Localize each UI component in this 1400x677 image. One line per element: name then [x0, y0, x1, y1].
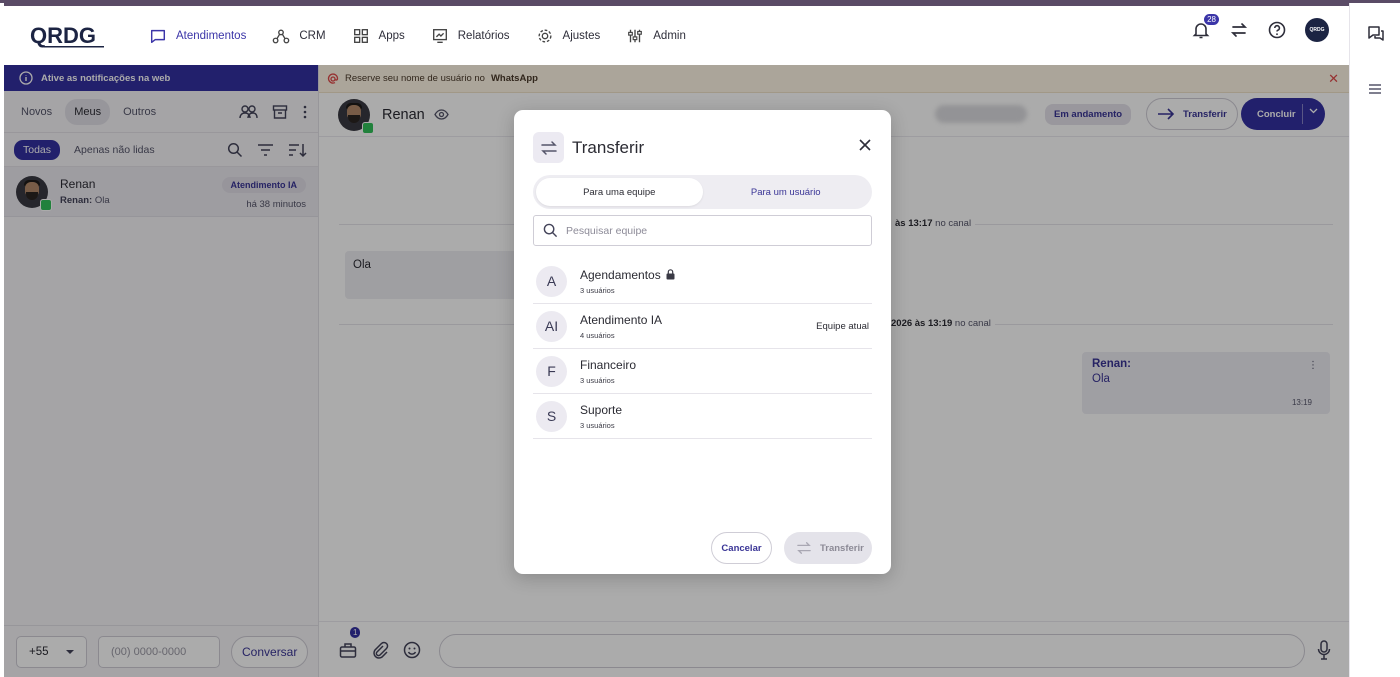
team-user-count: 3 usuários	[580, 420, 615, 430]
notifications-button[interactable]: 28	[1191, 14, 1219, 40]
team-avatar: S	[536, 400, 567, 432]
team-search-placeholder: Pesquisar equipe	[566, 224, 648, 237]
nav-admin-label: Admin	[653, 29, 686, 42]
nav-crm[interactable]: CRM	[259, 16, 338, 56]
nav-admin[interactable]: Admin	[613, 16, 699, 56]
report-icon	[432, 28, 447, 43]
sliders-icon	[628, 29, 643, 42]
qrdg-logo[interactable]: QRDG	[30, 21, 108, 51]
transfer-target-toggle: Para uma equipe Para um usuário	[533, 175, 872, 209]
rail-chat-button[interactable]	[1350, 3, 1400, 65]
nav-relatorios[interactable]: Relatórios	[418, 16, 523, 56]
team-user-count: 3 usuários	[580, 375, 615, 385]
chat-bubble-icon	[150, 29, 166, 43]
team-name: Atendimento IA	[580, 312, 663, 327]
transfer-dialog: Transferir Para uma equipe Para um usuár…	[514, 110, 891, 574]
search-icon	[543, 223, 558, 238]
list-icon	[1369, 84, 1381, 94]
team-avatar: A	[536, 265, 567, 297]
nav-atendimentos[interactable]: Atendimentos	[136, 16, 259, 56]
transfer-arrows-icon[interactable]	[1229, 20, 1249, 40]
team-user-count: 3 usuários	[580, 285, 615, 295]
team-list: A Agendamentos 3 usuários AI Atendimento…	[533, 259, 872, 439]
cancel-button[interactable]: Cancelar	[711, 532, 772, 564]
team-name: Financeiro	[580, 357, 637, 372]
toggle-user[interactable]: Para um usuário	[703, 178, 870, 206]
close-icon[interactable]	[859, 139, 871, 151]
nav-relatorios-label: Relatórios	[457, 29, 510, 42]
lock-icon	[666, 269, 675, 280]
current-team-label: Equipe atual	[816, 321, 869, 332]
nav-right-tools: 28 QRDG	[1191, 14, 1329, 42]
nav-apps[interactable]: Apps	[339, 16, 418, 56]
logo-text: QRDG	[30, 23, 96, 48]
team-name: Agendamentos	[580, 267, 661, 282]
confirm-transfer-label: Transferir	[820, 542, 864, 554]
team-avatar: AI	[536, 310, 567, 342]
team-name: Suporte	[580, 402, 623, 417]
right-rail	[1349, 3, 1400, 677]
org-avatar[interactable]: QRDG	[1305, 18, 1329, 42]
dialog-title: Transferir	[572, 137, 645, 157]
team-search-input[interactable]: Pesquisar equipe	[533, 215, 872, 246]
transfer-icon	[797, 542, 811, 554]
help-icon[interactable]	[1267, 20, 1287, 40]
transfer-icon	[533, 132, 564, 163]
team-item-financeiro[interactable]: F Financeiro 3 usuários	[533, 349, 872, 394]
network-icon	[273, 28, 290, 43]
nav-ajustes-label: Ajustes	[562, 29, 601, 42]
nav-atendimentos-label: Atendimentos	[176, 29, 247, 42]
gear-icon	[538, 28, 552, 43]
team-item-agendamentos[interactable]: A Agendamentos 3 usuários	[533, 259, 872, 304]
team-item-suporte[interactable]: S Suporte 3 usuários	[533, 394, 872, 439]
notifications-badge: 28	[1204, 14, 1219, 25]
main-menu: Atendimentos CRM Apps Relatórios Ajustes…	[136, 16, 699, 56]
nav-crm-label: CRM	[299, 29, 326, 42]
chats-icon	[1367, 26, 1384, 41]
confirm-transfer-button[interactable]: Transferir	[784, 532, 872, 564]
team-user-count: 4 usuários	[580, 330, 615, 340]
top-navigation: QRDG Atendimentos CRM Apps Relatórios Aj…	[4, 3, 1349, 65]
team-item-atendimento-ia[interactable]: AI Atendimento IA 4 usuários Equipe atua…	[533, 304, 872, 349]
nav-apps-label: Apps	[378, 29, 405, 42]
rail-menu-button[interactable]	[1367, 81, 1383, 102]
nav-ajustes[interactable]: Ajustes	[523, 16, 614, 56]
team-avatar: F	[536, 355, 567, 387]
toggle-team[interactable]: Para uma equipe	[536, 178, 703, 206]
grid-icon	[353, 28, 368, 43]
